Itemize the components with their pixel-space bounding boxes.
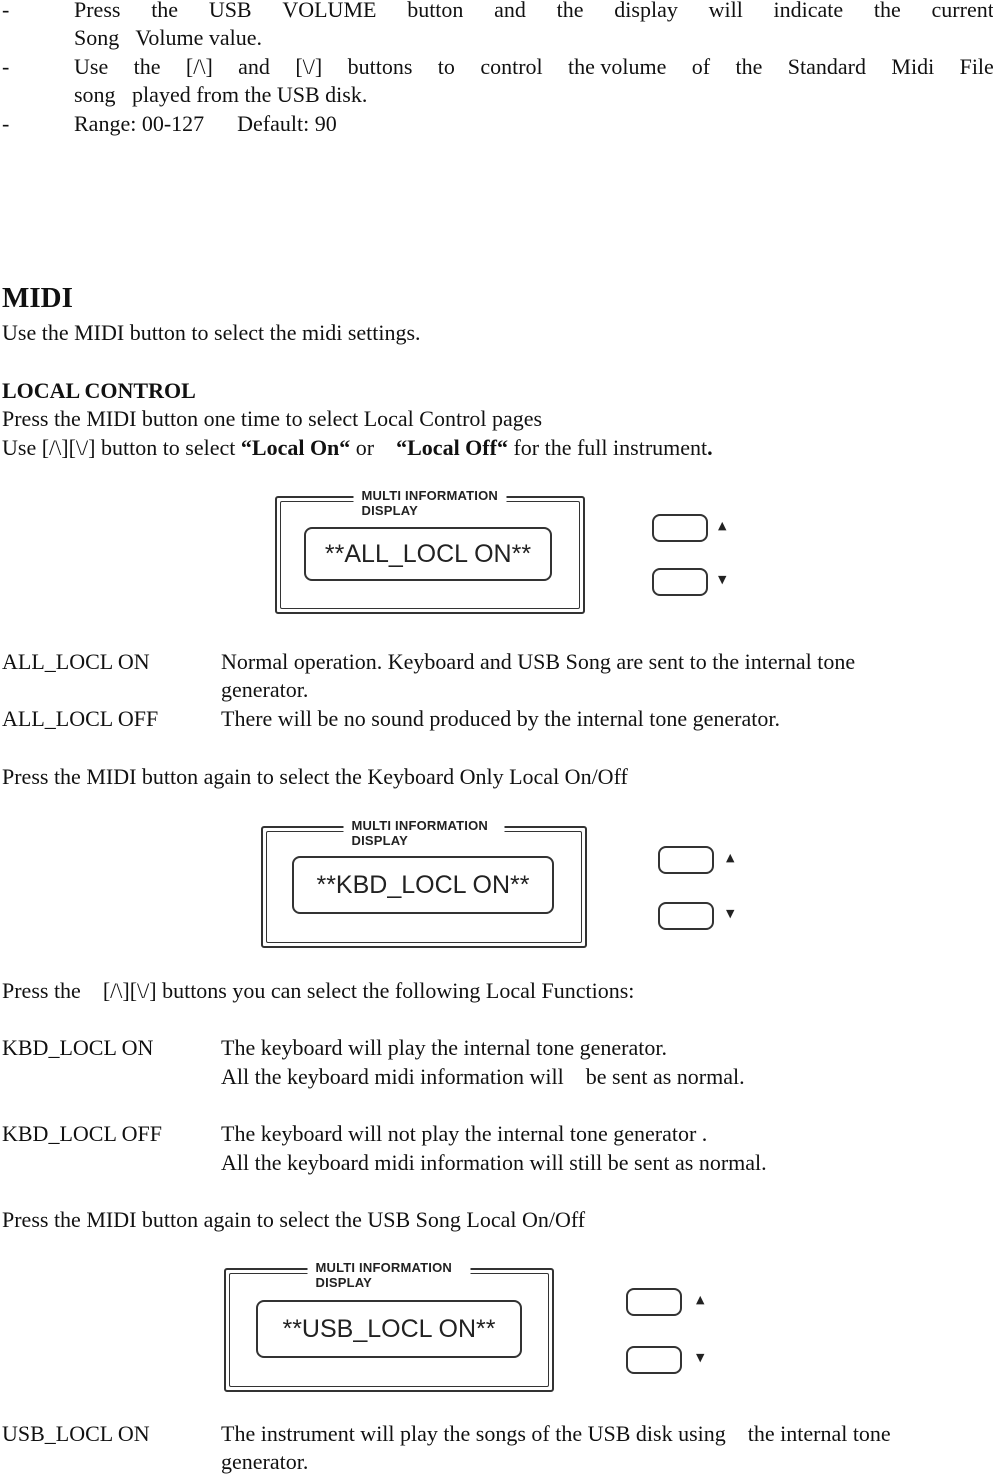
bullet-dash: - — [2, 0, 10, 22]
text: or — [350, 435, 397, 460]
definition-desc: generator. — [221, 677, 309, 702]
definition-desc: The keyboard will not play the internal … — [221, 1121, 708, 1146]
lcd-screen: **USB_LOCL ON** — [256, 1300, 522, 1358]
local-control-line2: Use [/\][\/] button to select “Local On“… — [2, 435, 713, 461]
display-label: MULTI INFORMATION DISPLAY — [353, 488, 507, 518]
definition-term: KBD_LOCL ON — [2, 1035, 154, 1060]
definition-term: KBD_LOCL OFF — [2, 1121, 162, 1146]
up-button[interactable] — [626, 1288, 682, 1316]
up-arrow-icon: ▲ — [726, 851, 735, 864]
text: for the full instrument — [507, 435, 708, 460]
functions-intro: Press the [/\][\/] buttons you can selec… — [2, 978, 635, 1003]
definition-term: ALL_LOCL ON — [2, 649, 150, 674]
word: USB — [208, 0, 252, 22]
midi-intro: Use the MIDI button to select the midi s… — [2, 320, 421, 345]
multi-information-display: MULTI INFORMATION DISPLAY **ALL_LOCL ON*… — [275, 488, 585, 614]
bullet-text: Song Volume value. — [74, 25, 263, 50]
word: indicate — [773, 0, 844, 22]
definition-desc: generator. — [221, 1449, 309, 1474]
word: [/\] — [185, 54, 213, 79]
lcd-screen: **ALL_LOCL ON** — [304, 527, 552, 581]
local-control-heading: LOCAL CONTROL — [2, 378, 196, 403]
text: Use [/\][\/] button to select — [2, 435, 241, 460]
bullet-dash: - — [2, 111, 10, 136]
word: [\/] — [295, 54, 323, 79]
word: buttons — [347, 54, 413, 79]
midi-heading: MIDI — [2, 282, 73, 314]
bullet-text: Press the USB VOLUME button and the display will… — [74, 0, 993, 24]
multi-information-display: MULTI INFORMATION DISPLAY **USB_LOCL ON*… — [224, 1260, 554, 1392]
word: the — [151, 0, 179, 22]
word: current — [931, 0, 993, 22]
word: of — [691, 54, 711, 79]
word: Standard — [787, 54, 866, 79]
word: the — [735, 54, 763, 79]
word: will — [708, 0, 743, 22]
down-arrow-icon: ▼ — [696, 1351, 705, 1364]
word: Midi — [891, 54, 935, 79]
display-panel-all-local: MULTI INFORMATION DISPLAY **ALL_LOCL ON*… — [275, 488, 735, 615]
word: to — [437, 54, 455, 79]
kbd-intro: Press the MIDI button again to select th… — [2, 764, 628, 789]
word: the — [873, 0, 901, 22]
definition-desc: The instrument will play the songs of th… — [221, 1421, 891, 1446]
word: the — [556, 0, 584, 22]
local-on-label: “Local On“ — [240, 435, 351, 460]
word: button — [407, 0, 464, 22]
definition-desc: All the keyboard midi information will s… — [221, 1150, 767, 1175]
word: VOLUME — [282, 0, 377, 22]
up-button[interactable] — [652, 514, 708, 542]
down-button[interactable] — [626, 1346, 682, 1374]
word: control — [480, 54, 543, 79]
word: the volume — [568, 54, 667, 79]
down-button[interactable] — [658, 902, 714, 930]
range-default-text: Range: 00-127 Default: 90 — [74, 111, 337, 136]
display-panel-usb-local: MULTI INFORMATION DISPLAY **USB_LOCL ON*… — [224, 1260, 719, 1394]
local-control-line1: Press the MIDI button one time to select… — [2, 406, 543, 431]
down-button[interactable] — [652, 568, 708, 596]
display-panel-kbd-local: MULTI INFORMATION DISPLAY **KBD_LOCL ON*… — [261, 818, 751, 950]
up-button[interactable] — [658, 846, 714, 874]
text: . — [707, 435, 713, 460]
bullet-text: Use the [/\] and [\/] buttons to control the vol… — [74, 53, 993, 81]
definition-desc: All the keyboard midi information will b… — [221, 1064, 745, 1089]
word: File — [959, 54, 993, 79]
display-label: MULTI INFORMATION DISPLAY — [307, 1260, 471, 1290]
down-arrow-icon: ▼ — [726, 907, 735, 920]
bullet-text: song played from the USB disk. — [74, 82, 368, 107]
word: and — [238, 54, 270, 79]
definition-desc: There will be no sound produced by the i… — [221, 706, 780, 731]
bullet-dash: - — [2, 54, 10, 79]
down-arrow-icon: ▼ — [718, 573, 727, 586]
definition-desc: Normal operation. Keyboard and USB Song … — [221, 649, 856, 674]
word: Press — [74, 0, 121, 22]
definition-term: USB_LOCL ON — [2, 1421, 150, 1446]
word: display — [614, 0, 678, 22]
multi-information-display: MULTI INFORMATION DISPLAY **KBD_LOCL ON*… — [261, 818, 587, 948]
lcd-screen: **KBD_LOCL ON** — [292, 856, 554, 914]
local-off-label: “Local Off“ — [396, 435, 508, 460]
usb-intro: Press the MIDI button again to select th… — [2, 1207, 586, 1232]
word: and — [494, 0, 526, 22]
up-arrow-icon: ▲ — [696, 1293, 705, 1306]
definition-term: ALL_LOCL OFF — [2, 706, 159, 731]
word: the — [133, 54, 161, 79]
display-label: MULTI INFORMATION DISPLAY — [343, 818, 505, 848]
definition-desc: The keyboard will play the internal tone… — [221, 1035, 667, 1060]
word: Use — [74, 54, 109, 79]
up-arrow-icon: ▲ — [718, 519, 727, 532]
